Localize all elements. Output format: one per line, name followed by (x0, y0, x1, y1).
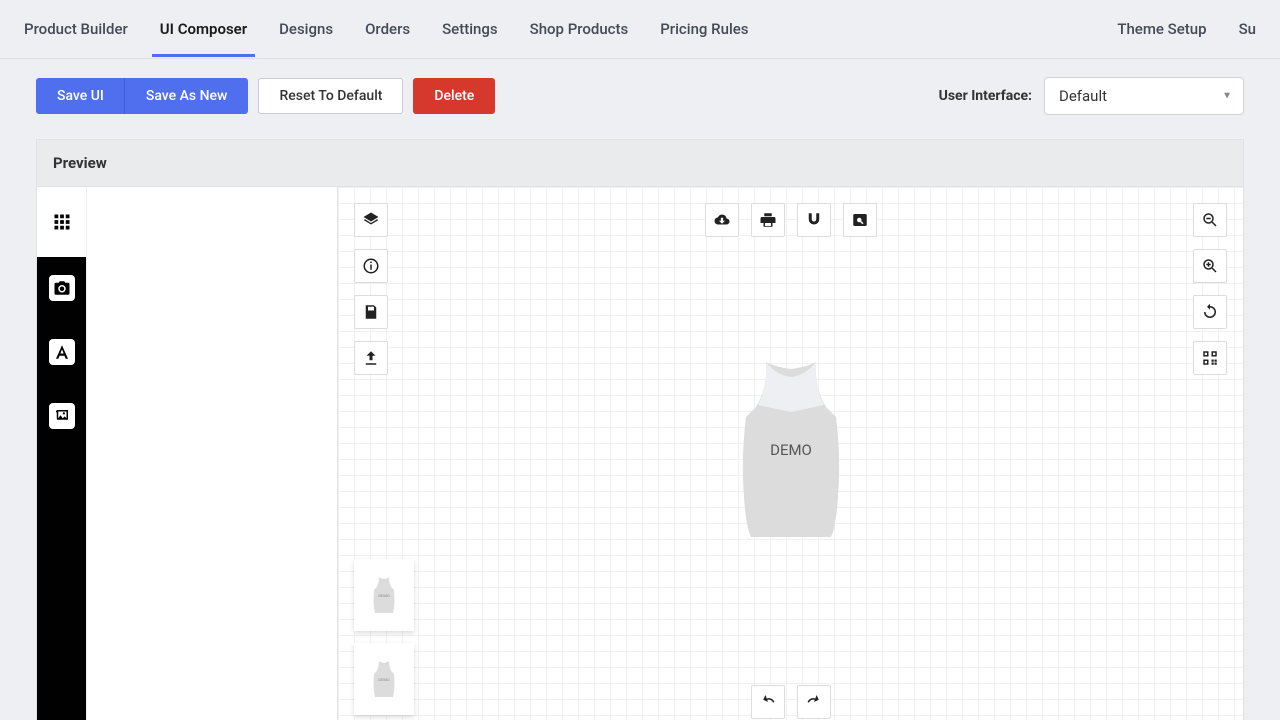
zoom-out-button[interactable] (1193, 203, 1227, 237)
redo-icon (805, 693, 823, 711)
nav-shop-products[interactable]: Shop Products (530, 2, 629, 56)
camera-icon (53, 279, 71, 297)
side-black-panel (37, 257, 86, 720)
tank-top-icon: DEMO (736, 357, 846, 542)
camera-tool[interactable] (49, 275, 75, 301)
nav-designs[interactable]: Designs (279, 2, 333, 56)
thumbnails: DEMO DEMO (354, 559, 414, 715)
layers-button[interactable] (354, 203, 388, 237)
nav-theme-setup[interactable]: Theme Setup (1117, 2, 1206, 56)
save-ui-button[interactable]: Save UI (36, 78, 125, 114)
nav-right: Theme Setup Su (1117, 2, 1256, 56)
save-icon (362, 303, 380, 321)
panel-title: Preview (37, 140, 1243, 187)
svg-text:DEMO: DEMO (378, 677, 389, 682)
sync-icon (1201, 303, 1219, 321)
nav-ui-composer[interactable]: UI Composer (160, 2, 247, 56)
nav-settings[interactable]: Settings (442, 2, 498, 56)
undo-icon (759, 693, 777, 711)
toolbar-right: User Interface: Default ▼ (939, 77, 1244, 115)
canvas-left-toolbar (354, 203, 388, 375)
preview-panel: Preview (36, 139, 1244, 720)
thumb-front[interactable]: DEMO (354, 559, 414, 631)
zoom-out-icon (1201, 211, 1219, 229)
print-button[interactable] (751, 203, 785, 237)
ui-select[interactable]: Default ▼ (1044, 77, 1244, 115)
thumb-back[interactable]: DEMO (354, 643, 414, 715)
canvas-top-toolbar (705, 203, 877, 237)
apps-button[interactable] (37, 187, 86, 257)
info-button[interactable] (354, 249, 388, 283)
find-button[interactable] (843, 203, 877, 237)
ui-select-label: User Interface: (939, 88, 1032, 104)
ui-select-value: Default (1044, 77, 1244, 115)
qr-icon (1201, 349, 1219, 367)
reset-zoom-button[interactable] (1193, 295, 1227, 329)
preview-body: DEMO DEMO DEMO (37, 187, 1243, 720)
nav-product-builder[interactable]: Product Builder (24, 2, 128, 56)
magnet-icon (805, 211, 823, 229)
print-icon (759, 211, 777, 229)
zoom-in-icon (1201, 257, 1219, 275)
canvas-right-toolbar (1193, 203, 1227, 375)
gallery-tool[interactable] (49, 403, 75, 429)
layers-icon (362, 211, 380, 229)
canvas[interactable]: DEMO DEMO DEMO (338, 187, 1243, 720)
undo-button[interactable] (751, 685, 785, 719)
text-tool[interactable] (49, 339, 75, 365)
save-group: Save UI Save As New (36, 78, 248, 114)
top-nav: Product Builder UI Composer Designs Orde… (0, 0, 1280, 59)
cloud-download-button[interactable] (705, 203, 739, 237)
snap-button[interactable] (797, 203, 831, 237)
info-icon (362, 257, 380, 275)
gallery-icon (53, 407, 71, 425)
save-disk-button[interactable] (354, 295, 388, 329)
nav-orders[interactable]: Orders (365, 2, 410, 56)
save-as-new-button[interactable]: Save As New (125, 78, 249, 114)
delete-button[interactable]: Delete (413, 78, 495, 114)
pageview-icon (851, 211, 869, 229)
qr-button[interactable] (1193, 341, 1227, 375)
nav-truncated[interactable]: Su (1239, 2, 1256, 56)
upload-icon (362, 349, 380, 367)
demo-label: DEMO (770, 441, 812, 459)
reset-button[interactable]: Reset To Default (258, 78, 403, 114)
canvas-bottom-toolbar (751, 685, 831, 719)
apps-icon (53, 213, 71, 231)
toolbar: Save UI Save As New Reset To Default Del… (0, 59, 1280, 133)
nav-left: Product Builder UI Composer Designs Orde… (24, 2, 749, 56)
toolbar-left: Save UI Save As New Reset To Default Del… (36, 78, 495, 114)
blank-column (87, 187, 338, 720)
product-preview: DEMO (736, 357, 846, 542)
nav-pricing-rules[interactable]: Pricing Rules (660, 2, 748, 56)
cloud-download-icon (713, 211, 731, 229)
redo-button[interactable] (797, 685, 831, 719)
upload-button[interactable] (354, 341, 388, 375)
text-icon (53, 343, 71, 361)
side-tool-strip (37, 187, 87, 720)
svg-text:DEMO: DEMO (378, 593, 389, 598)
zoom-in-button[interactable] (1193, 249, 1227, 283)
